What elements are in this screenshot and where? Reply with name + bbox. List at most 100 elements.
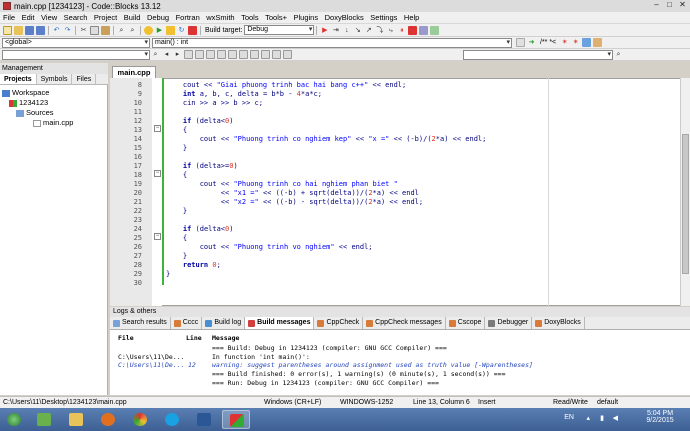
doxy-chm-icon[interactable]: [593, 38, 603, 47]
new-file-icon[interactable]: [3, 25, 12, 35]
menu-fortran[interactable]: Fortran: [176, 13, 200, 22]
minimize-icon[interactable]: –: [651, 0, 662, 10]
taskbar-app-media[interactable]: [94, 410, 122, 429]
editor-tab-main-cpp[interactable]: main.cpp: [112, 66, 156, 78]
tray-arrow-icon[interactable]: ▴: [586, 414, 590, 422]
doxy-config-icon[interactable]: ✶: [571, 38, 580, 47]
code-line[interactable]: cout << "Phuong trinh co nghiem kep" << …: [166, 135, 487, 144]
log-cell-message[interactable]: === Build finished: 0 error(s), 1 warnin…: [212, 370, 506, 379]
menu-edit[interactable]: Edit: [22, 13, 35, 22]
tab-build-log[interactable]: Build log: [202, 317, 246, 329]
tab-cscope[interactable]: Cscope: [446, 317, 486, 329]
cut-icon[interactable]: ✂: [79, 26, 88, 35]
save-icon[interactable]: [25, 25, 34, 35]
code-line[interactable]: {: [166, 126, 187, 135]
tab-search-results[interactable]: Search results: [110, 317, 171, 329]
code-line[interactable]: }: [166, 252, 187, 261]
tab-cppcheck[interactable]: CppCheck: [314, 317, 364, 329]
log-cell-file[interactable]: C:\Users\11\De...: [118, 361, 185, 370]
menu-file[interactable]: File: [3, 13, 15, 22]
tab-files[interactable]: Files: [72, 74, 97, 84]
language-indicator[interactable]: EN: [564, 414, 574, 421]
tree-project[interactable]: 1234123: [9, 98, 48, 108]
menu-tools-plus[interactable]: Tools+: [265, 13, 287, 22]
tab-cccc[interactable]: Cccc: [171, 317, 203, 329]
next-instruction-icon[interactable]: ⤵: [375, 26, 384, 35]
start-button[interactable]: [4, 410, 24, 429]
scrollbar-thumb[interactable]: [682, 134, 689, 274]
code-line[interactable]: {: [166, 234, 187, 243]
log-cell-file[interactable]: C:\Users\11\De...: [118, 353, 185, 362]
next-line-icon[interactable]: ↓: [342, 26, 351, 35]
step-out-icon[interactable]: ↗: [364, 26, 373, 35]
volume-icon[interactable]: ◀: [613, 414, 618, 422]
rebuild-icon[interactable]: ↻: [177, 26, 186, 35]
tab-cppcheck-messages[interactable]: CppCheck messages: [363, 317, 446, 329]
code-line[interactable]: cout << "Phuong trinh vo nghiem" << endl…: [166, 243, 373, 252]
code-line[interactable]: if (delta<0): [166, 225, 234, 234]
taskbar-app-chrome[interactable]: [126, 410, 154, 429]
tab-debugger[interactable]: Debugger: [485, 317, 533, 329]
doxyblocks-comment-button[interactable]: /** *<: [540, 39, 556, 46]
search-option-icon[interactable]: [239, 50, 248, 59]
code-line[interactable]: int a, b, c, delta = b*b - 4*a*c;: [166, 90, 322, 99]
taskbar-app-codeblocks-active[interactable]: [222, 410, 250, 429]
tree-file-main[interactable]: main.cpp: [33, 118, 73, 128]
paste-icon[interactable]: [101, 25, 110, 35]
redo-icon[interactable]: ↷: [63, 26, 72, 35]
menu-wxsmith[interactable]: wxSmith: [206, 13, 234, 22]
fold-toggle-icon[interactable]: −: [154, 125, 161, 132]
log-cell-message[interactable]: === Build: Debug in 1234123 (compiler: G…: [212, 344, 447, 353]
code-line[interactable]: cout << "Giai phuong trinh bac hai bang …: [166, 81, 406, 90]
fold-toggle-icon[interactable]: −: [154, 170, 161, 177]
search-option-icon[interactable]: [250, 50, 259, 59]
search-option-icon[interactable]: [261, 50, 270, 59]
editor-vertical-scrollbar[interactable]: [680, 78, 690, 306]
log-cell-line[interactable]: 12: [188, 361, 196, 370]
doxy-run-icon[interactable]: ✶: [560, 38, 569, 47]
code-line[interactable]: << "x1 =" << ((-b) + sqrt(delta))/(2*a) …: [166, 189, 419, 198]
taskbar-app-skype[interactable]: [158, 410, 186, 429]
run-to-cursor-icon[interactable]: ⇥: [331, 26, 340, 35]
regex-search-icon[interactable]: ⌕: [614, 50, 623, 59]
log-cell-message[interactable]: === Run: Debug in 1234123 (compiler: GNU…: [212, 379, 439, 388]
open-folder-icon[interactable]: [14, 25, 23, 35]
search-option-icon[interactable]: [184, 50, 193, 59]
tab-symbols[interactable]: Symbols: [37, 74, 73, 84]
debug-icon[interactable]: ▶: [320, 26, 329, 35]
code-line[interactable]: if (delta>=0): [166, 162, 238, 171]
search-option-icon[interactable]: [283, 50, 292, 59]
taskbar-app-codeblocks[interactable]: [30, 410, 58, 429]
build-icon[interactable]: [144, 25, 153, 35]
search-option-icon[interactable]: [195, 50, 204, 59]
taskbar-app-word[interactable]: [190, 410, 218, 429]
doxy-html-icon[interactable]: [582, 38, 592, 47]
jump-back-icon[interactable]: [516, 38, 525, 47]
tab-doxyblocks[interactable]: DoxyBlocks: [532, 317, 585, 329]
menu-tools[interactable]: Tools: [241, 13, 259, 22]
column-header-file[interactable]: File: [118, 334, 134, 343]
maximize-icon[interactable]: □: [664, 0, 675, 10]
search-next-icon[interactable]: ▸: [173, 50, 182, 59]
search-option-icon[interactable]: [228, 50, 237, 59]
log-cell-message[interactable]: warning: suggest parentheses around assi…: [212, 361, 533, 370]
search-option-icon[interactable]: [217, 50, 226, 59]
column-header-line[interactable]: Line: [186, 334, 202, 343]
tab-build-messages[interactable]: Build messages: [245, 317, 315, 329]
search-prev-icon[interactable]: ◂: [162, 50, 171, 59]
search-option-icon[interactable]: [206, 50, 215, 59]
tree-folder-sources[interactable]: Sources: [16, 108, 54, 118]
replace-icon[interactable]: ⌕: [128, 26, 137, 35]
save-all-icon[interactable]: [36, 25, 45, 35]
step-into-icon[interactable]: ↘: [353, 26, 362, 35]
code-line[interactable]: {: [166, 171, 187, 180]
debug-windows-icon[interactable]: [419, 25, 429, 35]
menu-help[interactable]: Help: [404, 13, 419, 22]
jump-forward-icon[interactable]: ➜: [527, 38, 536, 47]
various-info-icon[interactable]: [430, 25, 440, 35]
fold-toggle-icon[interactable]: −: [154, 233, 161, 240]
taskbar-app-files[interactable]: [62, 410, 90, 429]
find-icon[interactable]: ⌕: [117, 26, 126, 35]
code-line[interactable]: cin >> a >> b >> c;: [166, 99, 263, 108]
code-line[interactable]: }: [166, 144, 187, 153]
